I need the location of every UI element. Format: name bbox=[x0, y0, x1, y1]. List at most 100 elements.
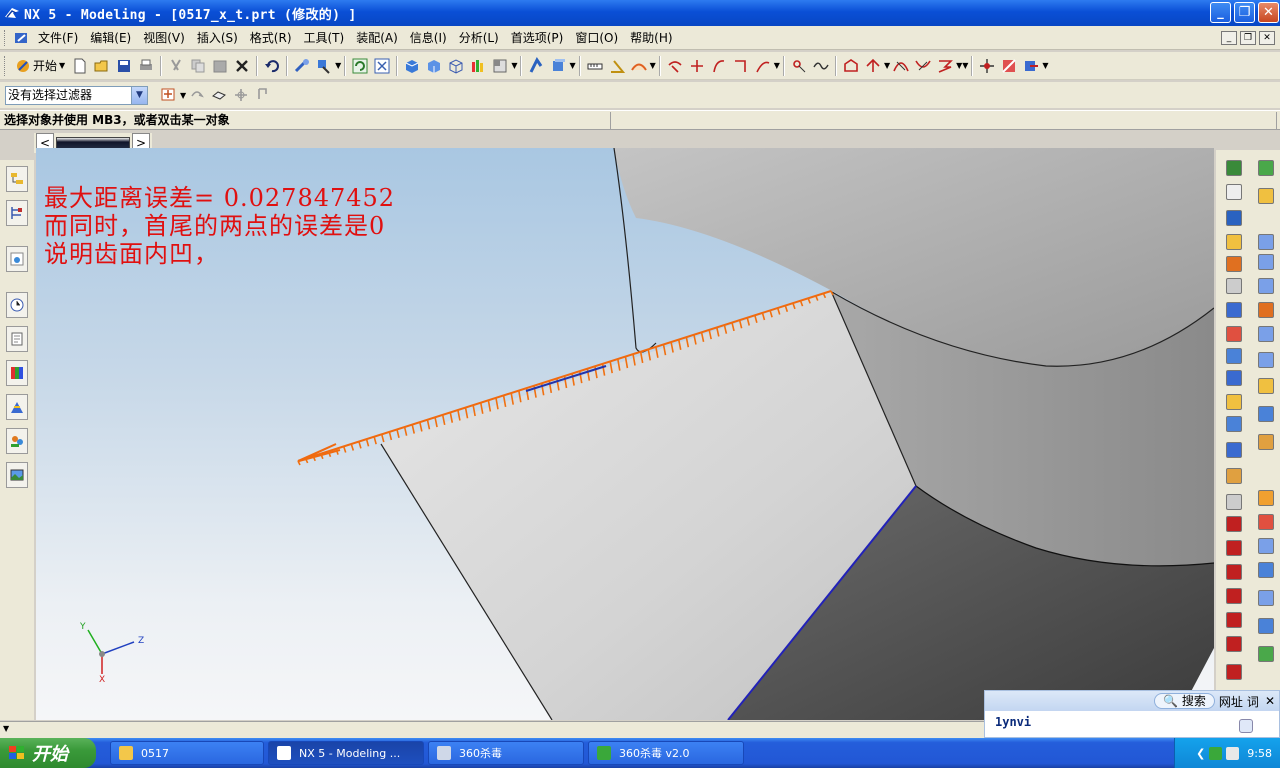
feature-tool-icon[interactable] bbox=[1226, 370, 1242, 386]
menu-preferences[interactable]: 首选项(P) bbox=[505, 28, 570, 48]
transform-icon[interactable] bbox=[978, 57, 996, 75]
curve-tool-1-icon[interactable] bbox=[666, 57, 684, 75]
feature-tool-icon[interactable] bbox=[1226, 160, 1242, 176]
delete-icon[interactable] bbox=[233, 57, 251, 75]
spline-icon[interactable] bbox=[812, 57, 830, 75]
surface-tool-icon[interactable] bbox=[1258, 378, 1274, 394]
process-studio-button[interactable] bbox=[6, 394, 28, 420]
shaded-edges-icon[interactable] bbox=[425, 57, 443, 75]
part-navigator-button[interactable] bbox=[6, 200, 28, 226]
surface-tool-icon[interactable] bbox=[1258, 406, 1274, 422]
paste-icon[interactable] bbox=[211, 57, 229, 75]
feature-tool-icon[interactable] bbox=[1226, 664, 1242, 680]
menu-tools[interactable]: 工具(T) bbox=[298, 28, 351, 48]
refresh-icon[interactable] bbox=[351, 57, 369, 75]
feature-tool-2-icon[interactable] bbox=[1022, 57, 1040, 75]
tray-clock[interactable]: 9:58 bbox=[1247, 747, 1272, 760]
surface-tool-icon[interactable] bbox=[1258, 188, 1274, 204]
menu-insert[interactable]: 插入(S) bbox=[191, 28, 244, 48]
tray-expand-icon[interactable]: ❮ bbox=[1196, 747, 1205, 760]
surface-tool-icon[interactable] bbox=[1258, 618, 1274, 634]
analysis-icon[interactable] bbox=[630, 57, 648, 75]
chevron-down-icon[interactable]: ▼ bbox=[131, 86, 147, 104]
render-style-icon[interactable] bbox=[527, 56, 545, 75]
menu-information[interactable]: 信息(I) bbox=[404, 28, 453, 48]
taskbar-item-nx[interactable]: NX 5 - Modeling ... bbox=[268, 741, 424, 765]
save-icon[interactable] bbox=[115, 57, 133, 75]
surface-tool-icon[interactable] bbox=[1258, 646, 1274, 662]
surface-tool-icon[interactable] bbox=[1258, 234, 1274, 250]
command-finder-icon[interactable] bbox=[315, 57, 333, 75]
fit-view-icon[interactable] bbox=[373, 57, 391, 75]
assembly-navigator-button[interactable] bbox=[6, 166, 28, 192]
search-go-icon[interactable] bbox=[1239, 719, 1253, 733]
studio-view-icon[interactable] bbox=[469, 57, 487, 75]
quick-pick-icon[interactable] bbox=[254, 86, 272, 104]
feature-tool-icon[interactable] bbox=[1226, 564, 1242, 580]
surface-tool-icon[interactable] bbox=[1258, 538, 1274, 554]
print-icon[interactable] bbox=[137, 57, 155, 75]
surface-tool-icon[interactable] bbox=[1258, 326, 1274, 342]
menu-view[interactable]: 视图(V) bbox=[137, 28, 191, 48]
feature-tool-icon[interactable] bbox=[1226, 234, 1242, 250]
curve-tool-5-icon[interactable] bbox=[754, 57, 772, 75]
feature-tool-icon[interactable] bbox=[1226, 494, 1242, 510]
cut-icon[interactable] bbox=[167, 57, 185, 75]
surface-tool-icon[interactable] bbox=[1258, 254, 1274, 270]
type-filter-select[interactable]: 没有选择过滤器 ▼ bbox=[5, 85, 148, 105]
minimize-button[interactable]: _ bbox=[1210, 2, 1231, 23]
close-button[interactable]: ✕ bbox=[1258, 2, 1279, 23]
menu-assembly[interactable]: 装配(A) bbox=[350, 28, 404, 48]
select-feature-icon[interactable] bbox=[210, 86, 228, 104]
feature-tool-icon[interactable] bbox=[1226, 348, 1242, 364]
surface-tool-icon[interactable] bbox=[1258, 562, 1274, 578]
shaded-view-icon[interactable] bbox=[403, 57, 421, 75]
curve-tool-3-icon[interactable] bbox=[710, 57, 728, 75]
taskbar-item-360-antivirus[interactable]: 360杀毒 bbox=[428, 741, 584, 765]
tray-shield-icon[interactable] bbox=[1209, 746, 1223, 760]
surface-tool-5-icon[interactable] bbox=[936, 57, 954, 75]
feature-tool-icon[interactable] bbox=[1226, 184, 1242, 200]
toolbar-grip[interactable] bbox=[4, 55, 6, 76]
search-input[interactable]: 1ynvi bbox=[985, 711, 1279, 733]
menu-file[interactable]: 文件(F) bbox=[32, 28, 84, 48]
feature-tool-icon[interactable] bbox=[1226, 540, 1242, 556]
snap-point-icon[interactable] bbox=[232, 86, 250, 104]
surface-tool-icon[interactable] bbox=[1258, 302, 1274, 318]
surface-tool-icon[interactable] bbox=[1258, 590, 1274, 606]
surface-tool-icon[interactable] bbox=[1258, 514, 1274, 530]
deselect-icon[interactable] bbox=[188, 86, 206, 104]
menu-edit[interactable]: 编辑(E) bbox=[84, 28, 137, 48]
word-tab-button[interactable]: 词 bbox=[1247, 693, 1259, 710]
feature-tool-icon[interactable] bbox=[1226, 256, 1242, 272]
graphics-window[interactable]: Y Z X 最大距离误差= 0.027847452 而同时，首尾的两点的误差是0… bbox=[36, 148, 1214, 720]
surface-tool-3-icon[interactable] bbox=[892, 57, 910, 75]
system-scenes-button[interactable] bbox=[6, 462, 28, 488]
doc-minimize-button[interactable]: _ bbox=[1221, 31, 1237, 45]
feature-tool-1-icon[interactable] bbox=[1000, 57, 1018, 75]
web-tab-button[interactable]: 网址 bbox=[1219, 693, 1243, 710]
measure-angle-icon[interactable] bbox=[608, 57, 626, 75]
selection-scope-icon[interactable] bbox=[160, 86, 178, 104]
feature-tool-icon[interactable] bbox=[1226, 326, 1242, 342]
surface-tool-icon[interactable] bbox=[1258, 352, 1274, 368]
taskbar-item-360-antivirus-v2[interactable]: 360杀毒 v2.0 bbox=[588, 741, 744, 765]
menu-grip[interactable] bbox=[4, 29, 8, 46]
feature-tool-icon[interactable] bbox=[1226, 516, 1242, 532]
surface-tool-icon[interactable] bbox=[1258, 490, 1274, 506]
view-orient-icon[interactable] bbox=[491, 57, 509, 75]
tray-network-icon[interactable] bbox=[1226, 746, 1240, 760]
menu-window[interactable]: 窗口(O) bbox=[569, 28, 624, 48]
doc-restore-button[interactable]: ❐ bbox=[1240, 31, 1256, 45]
feature-tool-icon[interactable] bbox=[1226, 612, 1242, 628]
repeat-command-icon[interactable] bbox=[293, 57, 311, 75]
reuse-library-button[interactable] bbox=[6, 246, 28, 272]
palette-button[interactable] bbox=[6, 360, 28, 386]
title-bar[interactable]: NX 5 - Modeling - [0517_x_t.prt (修改的) ] … bbox=[0, 0, 1280, 26]
menu-help[interactable]: 帮助(H) bbox=[624, 28, 678, 48]
taskbar-item-folder[interactable]: 0517 bbox=[110, 741, 264, 765]
surface-tool-4-icon[interactable] bbox=[914, 57, 932, 75]
measure-distance-icon[interactable] bbox=[586, 57, 604, 75]
system-materials-button[interactable] bbox=[6, 326, 28, 352]
doc-close-button[interactable]: ✕ bbox=[1259, 31, 1275, 45]
